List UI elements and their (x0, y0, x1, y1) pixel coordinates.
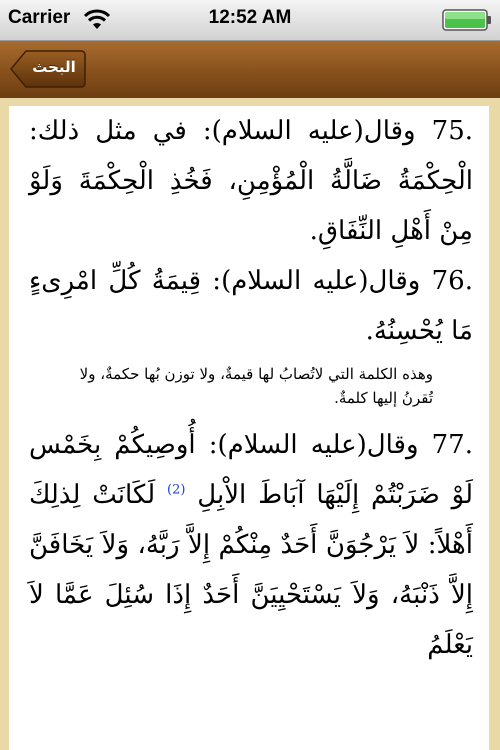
text-page[interactable]: 75. وقال(عليه السلام): في مثل ذلك: الْحِ… (9, 106, 489, 750)
saying-76: 76. وقال(عليه السلام): قِيمَةُ كُلِّ امْ… (29, 256, 473, 356)
saying-number: 77. (431, 430, 473, 460)
status-time: 12:52 AM (208, 7, 292, 28)
navigation-bar: البحث (0, 41, 500, 99)
status-bar: Carrier 12:52 AM (0, 0, 500, 41)
sayings-text: 75. وقال(عليه السلام): في مثل ذلك: الْحِ… (29, 106, 473, 670)
saying-number: 75. (431, 116, 474, 146)
saying-77: 77. وقال(عليه السلام): أُوصِيكُمْ بِخَمْ… (29, 420, 473, 670)
footnote-link[interactable]: (2) (167, 482, 185, 497)
saying-75: 75. وقال(عليه السلام): في مثل ذلك: الْحِ… (29, 106, 473, 256)
content-frame: 75. وقال(عليه السلام): في مثل ذلك: الْحِ… (0, 98, 500, 750)
saying-text: وقال(عليه السلام): قِيمَةُ كُلِّ امْرِىء… (29, 266, 473, 346)
battery-icon (442, 9, 491, 31)
saying-number: 76. (431, 266, 473, 296)
back-button-label: البحث (32, 58, 76, 76)
explanation-note: وهذه الكلمة التي لاتُصابُ لها قيمةٌ، ولا… (79, 365, 433, 407)
back-button[interactable]: البحث (10, 50, 86, 88)
saying-text: وقال(عليه السلام): في مثل ذلك: الْحِكْمَ… (29, 116, 473, 246)
